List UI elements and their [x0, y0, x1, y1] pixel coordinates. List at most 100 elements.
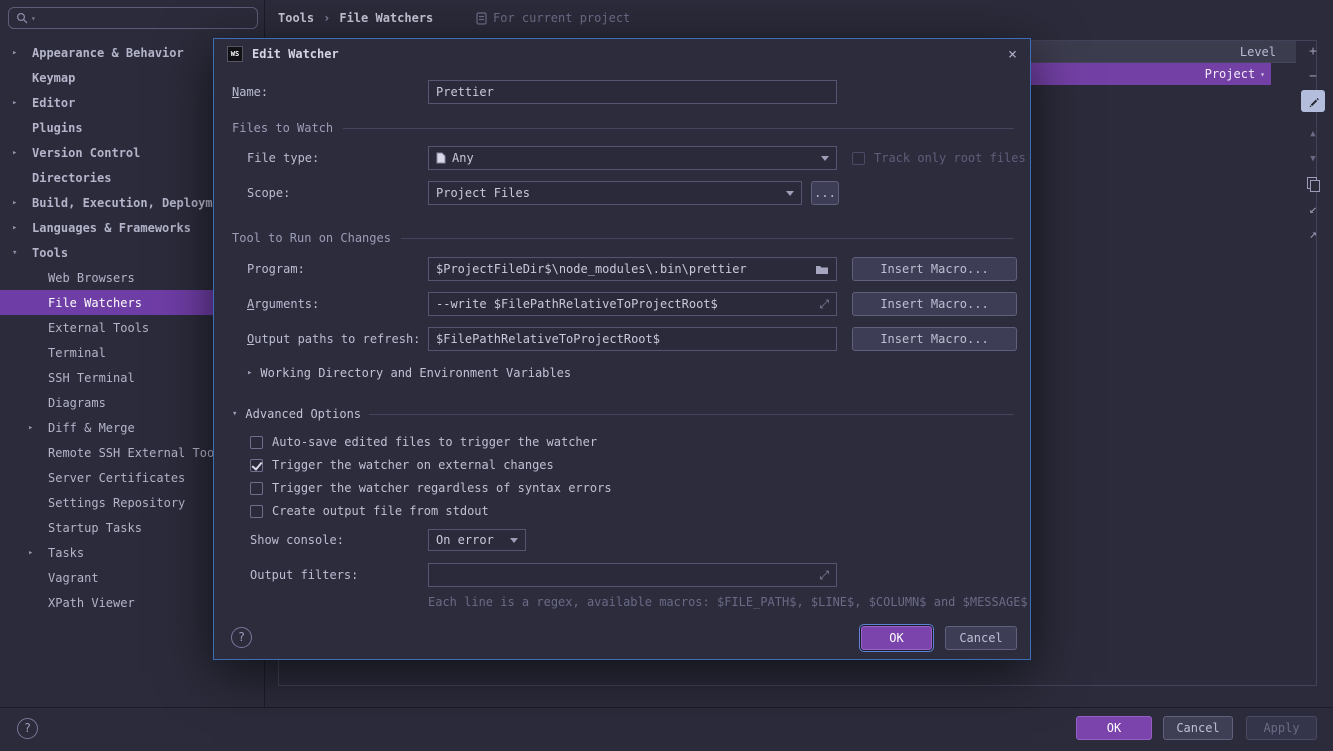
sidebar-item-label: Web Browsers — [48, 270, 135, 285]
output-paths-insert-macro-button[interactable]: Insert Macro... — [852, 327, 1017, 351]
sidebar-item-label: Editor — [32, 95, 76, 110]
webstorm-settings-window: ▾ ▸ Appearance & Behavior Keymap ▸ Editor … — [0, 0, 1333, 751]
program-value: $ProjectFileDir$\node_modules\.bin\prett… — [436, 262, 747, 276]
sidebar-item-label: Plugins — [32, 120, 83, 135]
breadcrumb: Tools › File Watchers — [278, 0, 433, 36]
expand-field-icon[interactable]: ⤢ — [819, 297, 829, 312]
checkbox-icon — [250, 481, 263, 495]
search-icon — [16, 12, 28, 24]
breadcrumb-file-watchers[interactable]: File Watchers — [339, 11, 433, 25]
create-output-stdout-checkbox[interactable]: Create output file from stdout — [250, 500, 489, 522]
toggle-label: Advanced Options — [245, 407, 362, 421]
arguments-insert-macro-button[interactable]: Insert Macro... — [852, 292, 1017, 316]
file-type-icon — [436, 152, 446, 164]
arrow-down-icon: ▼ — [1310, 154, 1316, 164]
watchers-toolbar: + − ▲ ▼ ↙ ↗ — [1298, 40, 1328, 245]
add-watcher-button[interactable]: + — [1301, 40, 1325, 62]
advanced-options-toggle[interactable]: ▾ Advanced Options — [232, 405, 1014, 423]
scope-label: Scope: — [247, 186, 291, 200]
edit-watcher-button[interactable] — [1301, 90, 1325, 112]
chevron-right-icon: ▸ — [28, 422, 34, 433]
settings-ok-button[interactable]: OK — [1076, 716, 1152, 740]
breadcrumb-separator: › — [323, 11, 331, 25]
export-icon: ↗ — [1309, 226, 1317, 242]
section-title: Files to Watch — [232, 121, 334, 135]
checkbox-icon — [852, 151, 865, 165]
checkbox-label: Trigger the watcher regardless of syntax… — [272, 481, 612, 495]
remove-watcher-button[interactable]: − — [1301, 65, 1325, 87]
section-title: Tool to Run on Changes — [232, 231, 391, 245]
project-scope-note: For current project — [476, 0, 630, 36]
output-filters-hint: Each line is a regex, available macros: … — [428, 595, 1028, 609]
file-type-select[interactable]: Any — [428, 146, 837, 170]
sidebar-item-label: Languages & Frameworks — [32, 220, 191, 235]
current-project-icon — [476, 11, 487, 25]
close-icon[interactable]: × — [1008, 45, 1017, 63]
sidebar-item-label: File Watchers — [48, 295, 142, 310]
plus-icon: + — [1309, 43, 1317, 59]
checkbox-icon — [250, 435, 263, 449]
section-rule — [343, 127, 1014, 129]
sidebar-item-label: Tools — [32, 245, 69, 260]
sidebar-item-label: Startup Tasks — [48, 520, 142, 535]
chevron-right-icon: ▸ — [28, 547, 34, 558]
show-console-select[interactable]: On error — [428, 529, 526, 551]
toggle-label: Working Directory and Environment Variab… — [260, 366, 572, 380]
sidebar-item-label: Diagrams — [48, 395, 106, 410]
checkbox-checked-icon — [250, 458, 263, 472]
scope-browse-button[interactable]: ... — [811, 181, 839, 205]
settings-search[interactable]: ▾ — [8, 7, 258, 29]
chevron-down-icon: ▾ — [12, 247, 18, 258]
dialog-titlebar[interactable]: WS Edit Watcher × — [214, 39, 1030, 69]
settings-search-input[interactable] — [38, 11, 250, 25]
sidebar-item-label: Build, Execution, Deployment — [32, 195, 235, 210]
column-header-level[interactable]: Level — [1240, 45, 1276, 59]
checkbox-label: Track only root files — [874, 151, 1026, 165]
working-directory-toggle[interactable]: ▸ Working Directory and Environment Vari… — [247, 363, 571, 383]
output-filters-label: Output filters: — [250, 568, 359, 582]
settings-apply-button[interactable]: Apply — [1246, 716, 1317, 740]
sidebar-item-label: XPath Viewer — [48, 595, 135, 610]
checkbox-label: Auto-save edited files to trigger the wa… — [272, 435, 598, 449]
webstorm-logo: WS — [227, 46, 243, 62]
trigger-external-changes-checkbox[interactable]: Trigger the watcher on external changes — [250, 454, 554, 476]
help-button[interactable]: ? — [17, 718, 38, 739]
move-up-button[interactable]: ▲ — [1301, 123, 1325, 145]
show-console-value: On error — [436, 533, 494, 547]
trigger-regardless-syntax-checkbox[interactable]: Trigger the watcher regardless of syntax… — [250, 477, 612, 499]
expand-field-icon[interactable]: ⤢ — [819, 568, 829, 583]
settings-cancel-button[interactable]: Cancel — [1163, 716, 1233, 740]
scope-value: Project Files — [436, 186, 530, 200]
name-input[interactable]: Prettier — [428, 80, 837, 104]
dialog-help-button[interactable]: ? — [231, 627, 252, 648]
dialog-cancel-button[interactable]: Cancel — [945, 626, 1017, 650]
arrow-up-icon: ▲ — [1310, 129, 1316, 139]
chevron-right-icon: ▸ — [247, 368, 253, 378]
folder-icon[interactable] — [815, 264, 829, 275]
program-insert-macro-button[interactable]: Insert Macro... — [852, 257, 1017, 281]
export-watchers-button[interactable]: ↗ — [1301, 223, 1325, 245]
watcher-level-value[interactable]: Project — [1205, 67, 1256, 81]
program-input[interactable]: $ProjectFileDir$\node_modules\.bin\prett… — [428, 257, 837, 281]
file-type-value: Any — [452, 151, 474, 165]
move-down-button[interactable]: ▼ — [1301, 148, 1325, 170]
sidebar-item-label: Tasks — [48, 545, 85, 560]
auto-save-checkbox[interactable]: Auto-save edited files to trigger the wa… — [250, 431, 597, 453]
copy-watcher-button[interactable] — [1301, 173, 1325, 195]
output-filters-input[interactable]: ⤢ — [428, 563, 837, 587]
dialog-title: Edit Watcher — [252, 47, 339, 61]
sidebar-item-label: Server Certificates — [48, 470, 186, 485]
breadcrumb-tools[interactable]: Tools — [278, 11, 314, 25]
output-paths-input[interactable]: $FilePathRelativeToProjectRoot$ — [428, 327, 837, 351]
import-watchers-button[interactable]: ↙ — [1301, 198, 1325, 220]
dialog-ok-button[interactable]: OK — [861, 626, 932, 650]
chevron-down-icon: ▾ — [232, 409, 238, 419]
sidebar-item-label: Version Control — [32, 145, 141, 160]
sidebar-item-label: Directories — [32, 170, 112, 185]
output-paths-label: Output paths to refresh: — [247, 332, 421, 346]
arguments-input[interactable]: --write $FilePathRelativeToProjectRoot$ … — [428, 292, 837, 316]
chevron-down-icon — [786, 190, 794, 196]
scope-select[interactable]: Project Files — [428, 181, 802, 205]
import-icon: ↙ — [1309, 201, 1317, 217]
track-only-root-checkbox[interactable]: Track only root files — [852, 147, 1026, 169]
